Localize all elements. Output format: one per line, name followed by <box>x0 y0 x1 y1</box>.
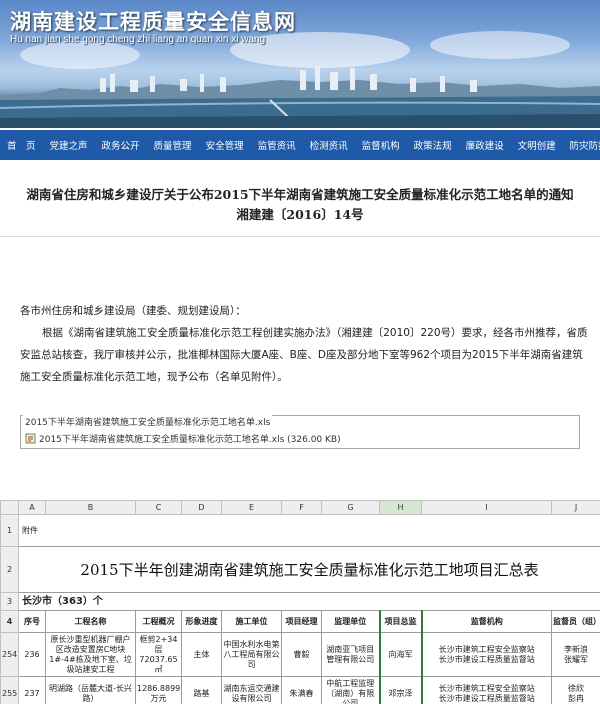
nav-home[interactable]: 首 页 <box>0 138 43 152</box>
nav-party[interactable]: 党建之声 <box>43 138 95 152</box>
cell-inspector: 徐欣 彭冉 <box>551 676 600 704</box>
header-cell: 项目经理 <box>281 610 322 633</box>
cell-agency: 长沙市建筑工程安全监察站 长沙市建设工程质量监督站 <box>421 632 552 677</box>
cell-manager: 曹毅 <box>281 632 322 677</box>
nav-quality[interactable]: 质量管理 <box>147 138 199 152</box>
col-header-e[interactable]: E <box>221 500 282 515</box>
header-cell: 序号 <box>18 610 46 633</box>
cell-supervisor-company: 中航工程监理（湖南）有限公司 <box>321 676 380 704</box>
col-header-h[interactable]: H <box>379 500 422 515</box>
site-subtitle: Hu nan jian she gong cheng zhi liang an … <box>10 34 266 45</box>
cell-seq: 236 <box>18 632 46 677</box>
nav-regulations[interactable]: 政策法规 <box>407 138 459 152</box>
salutation: 各市州住房和城乡建设局（建委、规划建设局）： <box>20 305 246 317</box>
site-title: 湖南建设工程质量安全信息网 <box>10 10 296 34</box>
nav-disaster[interactable]: 防灾防损 <box>563 138 600 152</box>
main-nav: 首 页 党建之声 政务公开 质量管理 安全管理 监管资讯 检测资讯 监督机构 政… <box>0 130 600 160</box>
column-header-row: A B C D E F G H I J <box>0 500 600 515</box>
col-header-a[interactable]: A <box>18 500 46 515</box>
attachment-legend: 2015下半年湖南省建筑施工安全质量标准化示范工地名单.xls <box>23 415 273 428</box>
nav-integrity[interactable]: 廉政建设 <box>459 138 511 152</box>
corner-cell <box>0 500 19 515</box>
col-header-i[interactable]: I <box>421 500 552 515</box>
sheet-row-1: 1 附件 <box>0 514 600 547</box>
col-header-f[interactable]: F <box>281 500 322 515</box>
cell-project-name: 原长沙重型机器厂棚户区改造安置房C地块1#-4#栋及地下室、垃圾站建安工程 <box>45 632 136 677</box>
header-cell: 工程名称 <box>45 610 136 633</box>
col-header-g[interactable]: G <box>321 500 380 515</box>
spreadsheet-preview: A B C D E F G H I J 1 附件 2 2015下半年创建湖南省建… <box>0 500 600 704</box>
attachment-filename[interactable]: 2015下半年湖南省建筑施工安全质量标准化示范工地名单.xls (326.00 … <box>39 432 341 445</box>
row-number[interactable]: 254 <box>0 632 19 677</box>
excel-file-icon <box>25 433 36 444</box>
row-number[interactable]: 3 <box>0 592 19 611</box>
city-count-cell: 长沙市（363）个 <box>18 592 600 611</box>
col-header-b[interactable]: B <box>45 500 136 515</box>
nav-supervision-news[interactable]: 监管资讯 <box>251 138 303 152</box>
attachment-box: 2015下半年湖南省建筑施工安全质量标准化示范工地名单.xls 2015下半年湖… <box>20 415 580 449</box>
cell-contractor: 湖南东运交通建设有限公司 <box>221 676 282 704</box>
cell-seq: 237 <box>18 676 46 704</box>
cell-project-name: 明湖路（岳麓大道-长兴路） <box>45 676 136 704</box>
table-row: 255 237 明湖路（岳麓大道-长兴路） 1286.8899万元 路基 湖南东… <box>0 676 600 704</box>
cell-manager: 朱满春 <box>281 676 322 704</box>
cell-chief-supervisor: 邓宗泽 <box>378 676 423 704</box>
header-cell: 工程概况 <box>135 610 182 633</box>
cell-progress: 主体 <box>181 632 222 677</box>
sheet-row-2: 2 2015下半年创建湖南省建筑施工安全质量标准化示范工地项目汇总表 <box>0 546 600 593</box>
article-title-line1: 湖南省住房和城乡建设厅关于公布2015下半年湖南省建筑施工安全质量标准化示范工地… <box>26 187 574 202</box>
cell-chief-supervisor: 向海军 <box>378 632 423 677</box>
site-banner: 湖南建设工程质量安全信息网 Hu nan jian she gong cheng… <box>0 0 600 128</box>
title-divider <box>0 236 600 237</box>
sheet-header-row: 4 序号 工程名称 工程概况 形象进度 施工单位 项目经理 监理单位 项目总监 … <box>0 610 600 633</box>
header-cell: 监督机构 <box>421 610 552 633</box>
cell-contractor: 中国水利水电第八工程局有限公司 <box>221 632 282 677</box>
nav-gov-affairs[interactable]: 政务公开 <box>95 138 147 152</box>
header-cell: 形象进度 <box>181 610 222 633</box>
sheet-title-cell: 2015下半年创建湖南省建筑施工安全质量标准化示范工地项目汇总表 <box>18 546 600 593</box>
cell-inspector: 李新浪 张耀军 <box>551 632 600 677</box>
cell-agency: 长沙市建筑工程安全监察站 长沙市建设工程质量监督站 <box>421 676 552 704</box>
attachment-label-cell: 附件 <box>18 514 600 547</box>
nav-testing-news[interactable]: 检测资讯 <box>303 138 355 152</box>
table-row: 254 236 原长沙重型机器厂棚户区改造安置房C地块1#-4#栋及地下室、垃圾… <box>0 632 600 677</box>
nav-safety[interactable]: 安全管理 <box>199 138 251 152</box>
header-cell: 监督员（组） <box>551 610 600 633</box>
cell-progress: 路基 <box>181 676 222 704</box>
cell-overview: 1286.8899万元 <box>135 676 182 704</box>
article-title-line2: 湘建建〔2016〕14号 <box>236 207 364 222</box>
nav-agencies[interactable]: 监督机构 <box>355 138 407 152</box>
attachment-link[interactable]: 2015下半年湖南省建筑施工安全质量标准化示范工地名单.xls (326.00 … <box>25 432 341 445</box>
col-header-d[interactable]: D <box>181 500 222 515</box>
cell-overview: 框剪2+34层 72037.65㎡ <box>135 632 182 677</box>
row-number[interactable]: 4 <box>0 610 19 633</box>
row-number[interactable]: 255 <box>0 676 19 704</box>
header-cell: 监理单位 <box>321 610 380 633</box>
row-number[interactable]: 1 <box>0 514 19 547</box>
col-header-c[interactable]: C <box>135 500 182 515</box>
body-paragraph: 根据《湖南省建筑施工安全质量标准化示范工程创建实施办法》（湘建建〔2010〕22… <box>20 327 588 383</box>
col-header-j[interactable]: J <box>551 500 600 515</box>
sheet-row-3: 3 长沙市（363）个 <box>0 592 600 611</box>
cell-supervisor-company: 湖南亚飞项目管理有限公司 <box>321 632 380 677</box>
article-title: 湖南省住房和城乡建设厅关于公布2015下半年湖南省建筑施工安全质量标准化示范工地… <box>0 185 600 225</box>
article-body: 各市州住房和城乡建设局（建委、规划建设局）： 根据《湖南省建筑施工安全质量标准化… <box>20 300 588 388</box>
row-number[interactable]: 2 <box>0 546 19 593</box>
nav-civilization[interactable]: 文明创建 <box>511 138 563 152</box>
header-cell: 项目总监 <box>378 610 423 633</box>
header-cell: 施工单位 <box>221 610 282 633</box>
